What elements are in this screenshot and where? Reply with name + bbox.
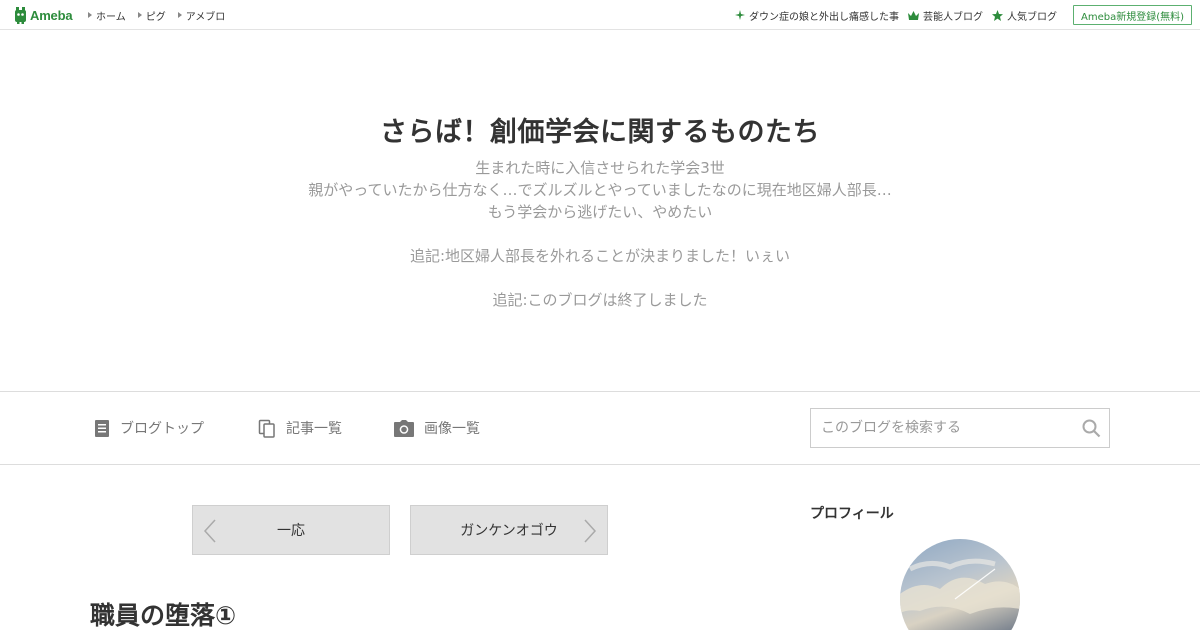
image-list-link[interactable]: 画像一覧 (394, 392, 480, 464)
celebrity-blog-label: 芸能人ブログ (922, 11, 983, 23)
global-nav: ホーム ピグ アメブロ (88, 0, 237, 30)
document-icon (95, 419, 109, 437)
description-line (0, 223, 1200, 245)
description-line: 追記:地区婦人部長を外れることが決まりました！いぇい (409, 247, 791, 265)
star-icon (991, 9, 1003, 21)
prev-entry-button[interactable]: 一応 (192, 505, 390, 555)
search-icon[interactable] (1082, 419, 1101, 442)
nav-ameblo[interactable]: アメブロ (177, 8, 226, 23)
nav-ameblo-label: アメブロ (185, 11, 226, 23)
ameba-logo[interactable]: Ameba (13, 6, 73, 24)
prev-entry-label: 一応 (277, 523, 305, 539)
nav-home-label: ホーム (96, 11, 126, 23)
blog-title[interactable]: さらば！創価学会に関するものたち (0, 110, 1200, 149)
chevron-left-icon (203, 519, 216, 543)
description-line: 親がやっていたから仕方なく…でズルズルとやっていましたなのに現在地区婦人部長… (308, 181, 892, 199)
profile-heading: プロフィール (810, 506, 894, 522)
nav-pigg[interactable]: ピグ (137, 8, 166, 23)
caret-right-icon (88, 12, 92, 18)
description-line (0, 267, 1200, 289)
chevron-right-icon (584, 519, 597, 543)
entry-list-link[interactable]: 記事一覧 (258, 392, 342, 464)
entry-title[interactable]: 職員の堕落① (90, 596, 236, 630)
signup-button[interactable]: Ameba新規登録(無料) (1072, 5, 1192, 25)
blog-top-label: ブログトップ (120, 421, 204, 437)
popular-blog-link[interactable]: 人気ブログ (991, 8, 1057, 23)
profile-avatar[interactable] (900, 539, 1020, 630)
blog-top-link[interactable]: ブログトップ (94, 392, 204, 464)
featured-topic-link[interactable]: ダウン症の娘と外出し痛感した事 (734, 8, 899, 23)
blog-nav: ブログトップ 記事一覧 画像一覧 (0, 391, 1200, 465)
global-header: Ameba ホーム ピグ アメブロ ダウン症の娘と外出し痛感した事 芸能人ブログ… (0, 0, 1200, 30)
featured-topic-label: ダウン症の娘と外出し痛感した事 (748, 11, 899, 23)
logo-text: Ameba (30, 7, 73, 23)
copy-icon (258, 419, 275, 438)
search-input[interactable] (811, 409, 1071, 447)
nav-home[interactable]: ホーム (88, 8, 126, 23)
caret-right-icon (137, 12, 142, 18)
description-line: 生まれた時に入信させられた学会3世 (475, 159, 725, 177)
next-entry-label: ガンケンオゴウ (460, 523, 558, 539)
nav-pigg-label: ピグ (145, 11, 166, 23)
camera-icon (394, 419, 414, 437)
popular-blog-label: 人気ブログ (1006, 11, 1057, 23)
entry-list-label: 記事一覧 (286, 421, 342, 437)
ameba-logo-icon (13, 6, 28, 24)
description-line: 追記:このブログは終了しました (492, 291, 708, 309)
next-entry-button[interactable]: ガンケンオゴウ (410, 505, 608, 555)
blog-search (810, 408, 1110, 448)
celebrity-blog-link[interactable]: 芸能人ブログ (907, 8, 983, 23)
header-links: ダウン症の娘と外出し痛感した事 芸能人ブログ 人気ブログ Ameba新規登録(無… (726, 0, 1192, 30)
blog-description: 生まれた時に入信させられた学会3世 親がやっていたから仕方なく…でズルズルとやっ… (0, 157, 1200, 311)
caret-right-icon (177, 12, 182, 18)
sparkle-icon (734, 10, 745, 20)
description-line: もう学会から逃げたい、やめたい (487, 203, 713, 221)
image-list-label: 画像一覧 (424, 421, 480, 437)
crown-icon (907, 10, 919, 20)
